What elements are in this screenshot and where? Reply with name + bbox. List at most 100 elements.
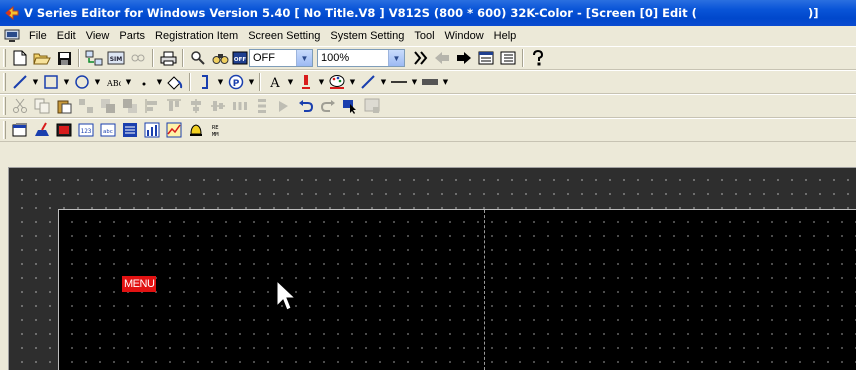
menu-tool[interactable]: Tool bbox=[409, 27, 439, 45]
lamp-part-icon[interactable] bbox=[53, 120, 75, 140]
circle-icon[interactable] bbox=[71, 72, 93, 92]
transfer-icon[interactable] bbox=[83, 48, 105, 68]
align-left-icon[interactable] bbox=[141, 96, 163, 116]
dot-icon[interactable] bbox=[133, 72, 155, 92]
document-menu-icon[interactable] bbox=[2, 27, 22, 45]
chevron-down-icon[interactable]: ▼ bbox=[441, 72, 450, 92]
toolbar-grip[interactable] bbox=[3, 97, 6, 115]
numeric-display-icon[interactable]: 123 bbox=[75, 120, 97, 140]
chevron-down-icon[interactable]: ▼ bbox=[62, 72, 71, 92]
window-part-icon[interactable] bbox=[9, 120, 31, 140]
print-icon[interactable] bbox=[157, 48, 179, 68]
pen-tablet-icon[interactable] bbox=[31, 120, 53, 140]
arc-icon[interactable]: ABc bbox=[102, 72, 124, 92]
char-display-icon[interactable]: abc bbox=[97, 120, 119, 140]
standard-toolbar: SIM OFF OFF ▼ 100% ▼ bbox=[0, 46, 856, 70]
sim-icon[interactable]: SIM bbox=[105, 48, 127, 68]
fill-pattern-icon[interactable] bbox=[419, 72, 441, 92]
front-icon[interactable] bbox=[97, 96, 119, 116]
align-center-icon[interactable] bbox=[185, 96, 207, 116]
menu-parts[interactable]: Parts bbox=[114, 27, 150, 45]
zoom-icon[interactable] bbox=[187, 48, 209, 68]
attribute-icon[interactable] bbox=[273, 96, 295, 116]
cut-icon[interactable] bbox=[9, 96, 31, 116]
svg-text:OFF: OFF bbox=[234, 57, 246, 63]
menu-view[interactable]: View bbox=[81, 27, 115, 45]
chevron-down-icon[interactable]: ▼ bbox=[317, 72, 326, 92]
screen-canvas[interactable]: MENU bbox=[58, 209, 856, 370]
menu-edit[interactable]: Edit bbox=[52, 27, 81, 45]
toolbar-grip[interactable] bbox=[3, 49, 6, 67]
bracket-icon[interactable] bbox=[194, 72, 216, 92]
list-icon[interactable] bbox=[497, 48, 519, 68]
align-middle-icon[interactable] bbox=[207, 96, 229, 116]
toolbar-separator bbox=[259, 73, 261, 91]
chevron-down-icon[interactable]: ▼ bbox=[410, 72, 419, 92]
table-data-icon[interactable] bbox=[119, 120, 141, 140]
chevron-down-icon[interactable]: ▼ bbox=[247, 72, 256, 92]
display-off-icon[interactable]: OFF bbox=[231, 48, 249, 68]
svg-text:RE: RE bbox=[212, 125, 219, 131]
edit-workspace[interactable]: MENU bbox=[8, 167, 856, 370]
menu-file[interactable]: File bbox=[24, 27, 52, 45]
chevron-down-icon[interactable]: ▼ bbox=[155, 72, 164, 92]
display-mode-select[interactable]: OFF ▼ bbox=[249, 49, 313, 67]
chevron-down-icon[interactable]: ▼ bbox=[348, 72, 357, 92]
line-icon[interactable] bbox=[9, 72, 31, 92]
bar-graph-icon[interactable] bbox=[141, 120, 163, 140]
alarm-icon[interactable] bbox=[185, 120, 207, 140]
menu-screen-setting[interactable]: Screen Setting bbox=[243, 27, 325, 45]
chevron-down-icon[interactable]: ▼ bbox=[388, 50, 404, 66]
text-icon[interactable]: A bbox=[264, 72, 286, 92]
chevron-down-icon[interactable]: ▼ bbox=[216, 72, 225, 92]
svg-text:abc: abc bbox=[103, 129, 113, 135]
jump-icon[interactable] bbox=[409, 48, 431, 68]
paint-icon[interactable] bbox=[164, 72, 186, 92]
open-icon[interactable] bbox=[31, 48, 53, 68]
back-icon[interactable] bbox=[119, 96, 141, 116]
chevron-down-icon[interactable]: ▼ bbox=[93, 72, 102, 92]
zoom-select[interactable]: 100% ▼ bbox=[317, 49, 405, 67]
message-icon[interactable]: RE MM bbox=[207, 120, 229, 140]
align-top-icon[interactable] bbox=[163, 96, 185, 116]
distribute-h-icon[interactable] bbox=[229, 96, 251, 116]
binoculars-icon[interactable] bbox=[209, 48, 231, 68]
menu-window[interactable]: Window bbox=[440, 27, 489, 45]
line-width-icon[interactable] bbox=[388, 72, 410, 92]
distribute-v-icon[interactable] bbox=[251, 96, 273, 116]
group-icon[interactable] bbox=[75, 96, 97, 116]
screen-list-icon[interactable] bbox=[475, 48, 497, 68]
copy-icon[interactable] bbox=[31, 96, 53, 116]
menu-help[interactable]: Help bbox=[489, 27, 522, 45]
window-title: V Series Editor for Windows Version 5.40… bbox=[24, 6, 697, 20]
chevron-down-icon[interactable]: ▼ bbox=[124, 72, 133, 92]
chevron-down-icon[interactable]: ▼ bbox=[286, 72, 295, 92]
property-icon[interactable] bbox=[361, 96, 383, 116]
help-icon[interactable] bbox=[527, 48, 549, 68]
undo-icon[interactable] bbox=[295, 96, 317, 116]
pen-color-icon[interactable] bbox=[295, 72, 317, 92]
back-arrow-icon[interactable] bbox=[431, 48, 453, 68]
new-icon[interactable] bbox=[9, 48, 31, 68]
paste-icon[interactable] bbox=[53, 96, 75, 116]
palette-icon[interactable] bbox=[326, 72, 348, 92]
drawing-toolbar: ▼ ▼ ▼ ABc ▼ ▼ ▼ P ▼ A ▼ ▼ ▼ ▼ ▼ ▼ bbox=[0, 70, 856, 94]
redo-icon[interactable] bbox=[317, 96, 339, 116]
rect-icon[interactable] bbox=[40, 72, 62, 92]
link-icon[interactable] bbox=[127, 48, 149, 68]
toolbar-grip[interactable] bbox=[3, 121, 6, 139]
chevron-down-icon[interactable]: ▼ bbox=[379, 72, 388, 92]
select-icon[interactable] bbox=[339, 96, 361, 116]
trend-graph-icon[interactable] bbox=[163, 120, 185, 140]
menu-registration-item[interactable]: Registration Item bbox=[150, 27, 243, 45]
line-style-icon[interactable] bbox=[357, 72, 379, 92]
toolbar-grip[interactable] bbox=[3, 73, 6, 91]
chevron-down-icon[interactable]: ▼ bbox=[31, 72, 40, 92]
save-icon[interactable] bbox=[53, 48, 75, 68]
title-bar: V Series Editor for Windows Version 5.40… bbox=[0, 0, 856, 26]
menu-system-setting[interactable]: System Setting bbox=[325, 27, 409, 45]
menu-part[interactable]: MENU bbox=[122, 276, 157, 292]
forward-arrow-icon[interactable] bbox=[453, 48, 475, 68]
chevron-down-icon[interactable]: ▼ bbox=[296, 50, 312, 66]
pattern-icon[interactable]: P bbox=[225, 72, 247, 92]
